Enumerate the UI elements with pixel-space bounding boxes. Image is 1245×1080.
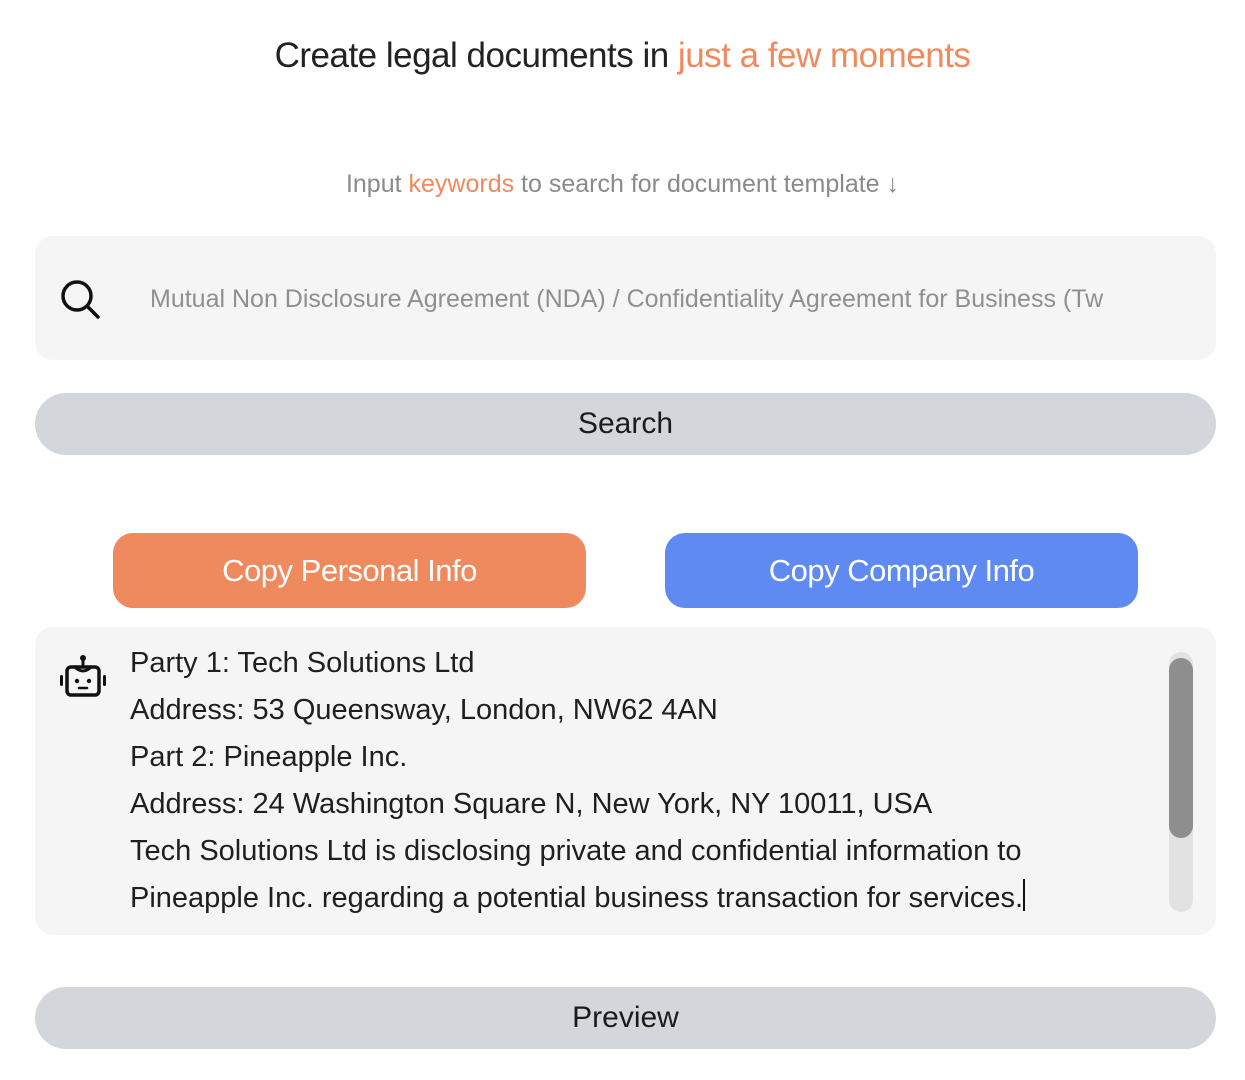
- search-hint-keywords: keywords: [408, 170, 515, 198]
- result-line: Party 1: Tech Solutions Ltd: [130, 647, 475, 679]
- text-caret: [1023, 879, 1026, 911]
- result-line: Pineapple Inc. regarding a potential bus…: [130, 882, 1024, 914]
- result-scrollbar[interactable]: [1169, 652, 1193, 912]
- result-scrollbar-thumb[interactable]: [1169, 658, 1193, 838]
- copy-personal-info-button[interactable]: Copy Personal Info: [113, 533, 586, 608]
- robot-icon: [60, 655, 106, 697]
- search-icon: [61, 280, 100, 319]
- page-title-prefix: Create legal documents in: [274, 36, 678, 75]
- result-line: Address: 24 Washington Square N, New Yor…: [130, 788, 933, 820]
- search-input[interactable]: [150, 276, 1172, 322]
- result-line-last: Pineapple Inc. regarding a potential bus…: [130, 875, 1150, 914]
- copy-company-info-button[interactable]: Copy Company Info: [665, 533, 1138, 608]
- preview-button[interactable]: Preview: [35, 987, 1216, 1049]
- result-line: Address: 53 Queensway, London, NW62 4AN: [130, 694, 718, 726]
- result-line: Tech Solutions Ltd is disclosing private…: [130, 835, 1022, 867]
- generated-document-text[interactable]: Party 1: Tech Solutions Ltd Address: 53 …: [130, 640, 1150, 914]
- search-hint-suffix: to search for document template ↓: [514, 170, 900, 198]
- search-button[interactable]: Search: [35, 393, 1216, 455]
- search-hint: Input keywords to search for document te…: [0, 170, 1245, 199]
- result-line: Part 2: Pineapple Inc.: [130, 741, 408, 773]
- search-hint-prefix: Input: [345, 170, 409, 198]
- page-title-accent: just a few moments: [677, 36, 971, 75]
- page-title: Create legal documents in just a few mom…: [0, 36, 1245, 76]
